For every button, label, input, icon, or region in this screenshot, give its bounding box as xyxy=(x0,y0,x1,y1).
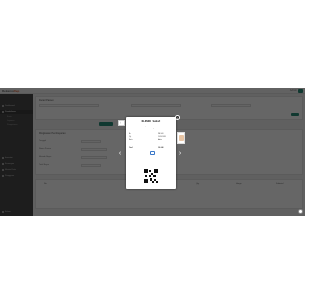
receipt-thanks: Terima Kasih xyxy=(145,162,157,163)
qr-code xyxy=(144,169,158,183)
receipt-row-label: Tgl xyxy=(129,137,132,138)
receipt-total-label: Total xyxy=(129,148,133,149)
receipt-row-label: Kasir xyxy=(129,140,133,141)
receipt-row-label: No xyxy=(129,134,131,135)
download-button[interactable]: ⤓ xyxy=(118,120,125,126)
gear-icon[interactable] xyxy=(298,209,303,214)
receipt-address-line: Telp. 0812-3456-7890 xyxy=(142,126,160,127)
chevron-right-icon[interactable]: › xyxy=(177,150,183,158)
receipt-row-value: Admin xyxy=(158,140,162,141)
receipt-title: KLINIK Sehat xyxy=(141,120,161,123)
receipt-address-line: Jl. Merdeka No. 12 xyxy=(143,124,159,125)
receipt-modal: KLINIK Sehat Jl. Merdeka No. 12 Telp. 08… xyxy=(126,117,176,189)
receipt-total-value: 150.000 xyxy=(158,148,164,149)
receipt-separator: -------------------------- xyxy=(140,131,162,132)
screenshot-stage: RekamoRep Admin Dashboard Pendaftaran Ka… xyxy=(0,0,305,305)
app-window: RekamoRep Admin Dashboard Pendaftaran Ka… xyxy=(0,88,305,216)
chevron-left-icon[interactable]: ‹ xyxy=(117,150,123,158)
receipt-address-line: Bandung xyxy=(148,128,154,129)
stamp-icon xyxy=(150,151,155,155)
photo-icon xyxy=(179,135,184,141)
image-thumbnail[interactable] xyxy=(177,132,185,144)
receipt-separator: -------------------------- xyxy=(140,158,162,159)
receipt-row-value: INV-001 xyxy=(158,134,164,135)
receipt-row-value: 12/05/2023 xyxy=(158,137,166,138)
download-icon: ⤓ xyxy=(120,122,121,124)
close-icon[interactable]: × xyxy=(175,115,180,120)
receipt-separator: -------------------------- xyxy=(140,144,162,145)
